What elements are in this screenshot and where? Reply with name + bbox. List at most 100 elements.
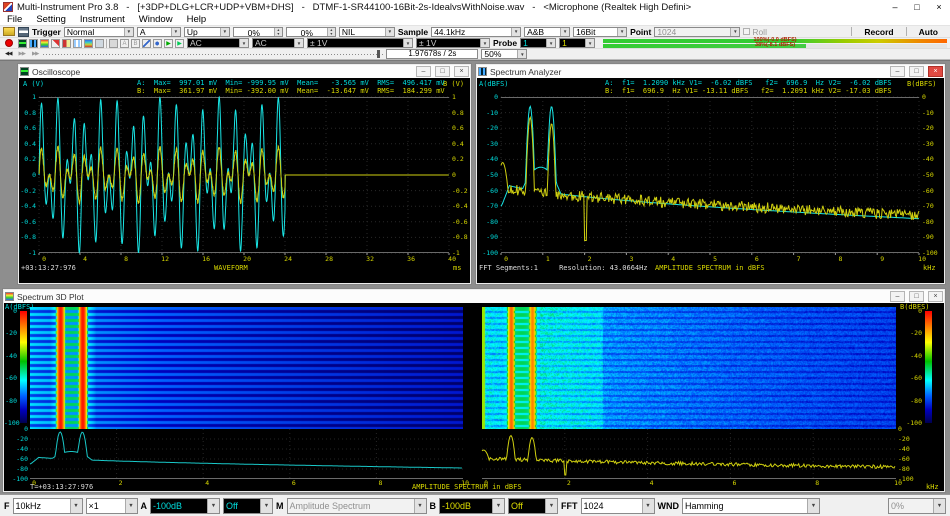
readout-channel-b: B: Max= 361.97 mV Min= -392.00 mV Mean= … — [137, 87, 445, 95]
oscilloscope-plot-area: A (V) B (V) A: Max= 997.01 mV Min= -999.… — [19, 78, 470, 283]
open-icon[interactable] — [3, 27, 15, 36]
b-ref-select[interactable]: Off — [508, 498, 558, 514]
a-floor-select[interactable]: -100dB — [150, 498, 220, 514]
speaker-icon[interactable] — [153, 39, 162, 48]
hpf-select[interactable]: NIL — [339, 27, 395, 37]
window-function-select[interactable]: Hamming — [682, 498, 820, 514]
close-icon[interactable]: × — [454, 66, 469, 77]
a-ref-select[interactable]: Off — [223, 498, 273, 514]
colorbar-b — [925, 311, 932, 423]
tick-label: 0 — [452, 172, 456, 179]
close-icon[interactable]: × — [928, 66, 943, 77]
signal-generator-icon[interactable] — [62, 39, 71, 48]
play-loop-icon[interactable] — [175, 39, 184, 48]
spectrum-3d-plot-icon[interactable] — [40, 39, 49, 48]
tick-label: 16 — [196, 256, 210, 263]
b-floor-select[interactable]: -100dB — [439, 498, 505, 514]
trigger-edge-select[interactable]: Up — [184, 27, 230, 37]
minimize-button[interactable]: – — [890, 66, 905, 77]
restore-button[interactable]: □ — [435, 66, 450, 77]
spectrum-analyzer-icon — [478, 67, 487, 76]
multimeter-icon[interactable] — [51, 39, 60, 48]
spectrogram-icon[interactable] — [84, 39, 93, 48]
oscilloscope-icon[interactable] — [18, 39, 27, 48]
trigger-mode-select[interactable]: Normal — [64, 27, 134, 37]
print-icon[interactable] — [109, 39, 118, 48]
tick-label: -100 — [900, 420, 922, 427]
menu-item-help[interactable]: Help — [180, 14, 214, 25]
data-logger-icon[interactable] — [73, 39, 82, 48]
tick-label: 2 — [578, 256, 592, 263]
menu-item-instrument[interactable]: Instrument — [73, 14, 132, 25]
tick-label: 36 — [401, 256, 415, 263]
trigger-delay-spinner[interactable]: 0%▲▼ — [286, 27, 336, 37]
range-a-select[interactable]: ± 1V — [307, 38, 413, 48]
chevron-down-icon — [545, 499, 557, 513]
oscilloscope-titlebar[interactable]: Oscilloscope – □ × — [19, 65, 470, 78]
trigger-level-spinner[interactable]: 0%▲▼ — [233, 27, 283, 37]
auto-button[interactable]: Auto — [910, 27, 947, 37]
spectrum-3d-window[interactable]: Spectrum 3D Plot – □ × A(dBFS) B(dBFS) T… — [2, 288, 946, 493]
waveform-label: WAVEFORM — [214, 264, 248, 272]
channels-select[interactable]: A&B — [524, 27, 570, 37]
freq-multiplier-select[interactable]: ×1 — [86, 498, 138, 514]
slider-handle[interactable] — [377, 50, 380, 58]
restore-button[interactable]: □ — [909, 291, 924, 302]
rewind-button[interactable]: ◀◀ — [3, 51, 13, 57]
fft-size-select[interactable]: 1024 — [581, 498, 655, 514]
menu-item-window[interactable]: Window — [132, 14, 180, 25]
record-indicator-icon[interactable] — [5, 39, 13, 47]
copy-b-icon[interactable] — [131, 39, 140, 48]
tick-label: -40 — [477, 156, 498, 163]
sample-rate-select[interactable]: 44.1kHz — [431, 27, 521, 37]
minimize-button[interactable]: – — [416, 66, 431, 77]
chevron-down-icon — [807, 499, 819, 513]
play-icon[interactable] — [164, 39, 173, 48]
coupling-a-select[interactable]: AC — [187, 38, 249, 48]
probe-label: Probe — [493, 38, 517, 48]
sound-settings-icon[interactable] — [142, 39, 151, 48]
spin-down-icon: ▼ — [275, 32, 282, 36]
zoom-select[interactable]: 50% — [481, 49, 527, 59]
menu-item-setting[interactable]: Setting — [29, 14, 73, 25]
tick-label: -80 — [477, 219, 498, 226]
restore-button[interactable]: □ — [909, 66, 924, 77]
tick-label: 10 — [912, 256, 926, 263]
roll-checkbox[interactable]: Roll — [743, 27, 767, 37]
colorbar-a — [20, 311, 27, 423]
close-button[interactable]: × — [928, 0, 950, 14]
position-slider[interactable] — [43, 50, 383, 58]
save-icon[interactable] — [18, 27, 29, 37]
trigger-source-select[interactable]: A — [137, 27, 181, 37]
probe-b-select[interactable]: 1 — [559, 38, 595, 48]
freq-range-select[interactable]: 10kHz — [13, 498, 83, 514]
maximize-button[interactable]: □ — [906, 0, 928, 14]
bit-depth-select[interactable]: 16Bit — [573, 27, 627, 37]
probe-a-select[interactable]: 1 — [520, 38, 556, 48]
coupling-b-select[interactable]: AC — [252, 38, 304, 48]
device-test-plan-icon[interactable] — [95, 39, 104, 48]
spectrum-analyzer-icon[interactable] — [29, 39, 38, 48]
oscilloscope-window[interactable]: Oscilloscope – □ × A (V) B (V) A: Max= 9… — [17, 63, 472, 285]
forward-button[interactable]: ▶▶ — [16, 51, 26, 57]
range-b-select[interactable]: ± 1V — [416, 38, 490, 48]
record-button[interactable]: Record — [855, 27, 902, 37]
tick-label: 12 — [155, 256, 169, 263]
fft-label: FFT — [561, 501, 578, 511]
minimize-button[interactable]: – — [884, 0, 906, 14]
chevron-down-icon — [414, 499, 426, 513]
chevron-down-icon — [642, 499, 654, 513]
spectrum-3d-title: Spectrum 3D Plot — [17, 292, 886, 302]
menu-item-file[interactable]: File — [0, 14, 29, 25]
tick-label: -10 — [922, 110, 934, 117]
spectrum-3d-titlebar[interactable]: Spectrum 3D Plot – □ × — [4, 290, 944, 303]
close-icon[interactable]: × — [928, 291, 943, 302]
copy-a-icon[interactable] — [120, 39, 129, 48]
forward-end-button[interactable]: ▶▶ — [30, 51, 40, 57]
spectrum-analyzer-window[interactable]: Spectrum Analyzer – □ × A(dBFS) B(dBFS) … — [475, 63, 946, 285]
spectrum-plot — [501, 97, 919, 253]
minimize-button[interactable]: – — [890, 291, 905, 302]
spin-down-icon: ▼ — [328, 32, 335, 36]
tick-label: 8 — [807, 480, 819, 487]
spectrum-analyzer-titlebar[interactable]: Spectrum Analyzer – □ × — [477, 65, 944, 78]
